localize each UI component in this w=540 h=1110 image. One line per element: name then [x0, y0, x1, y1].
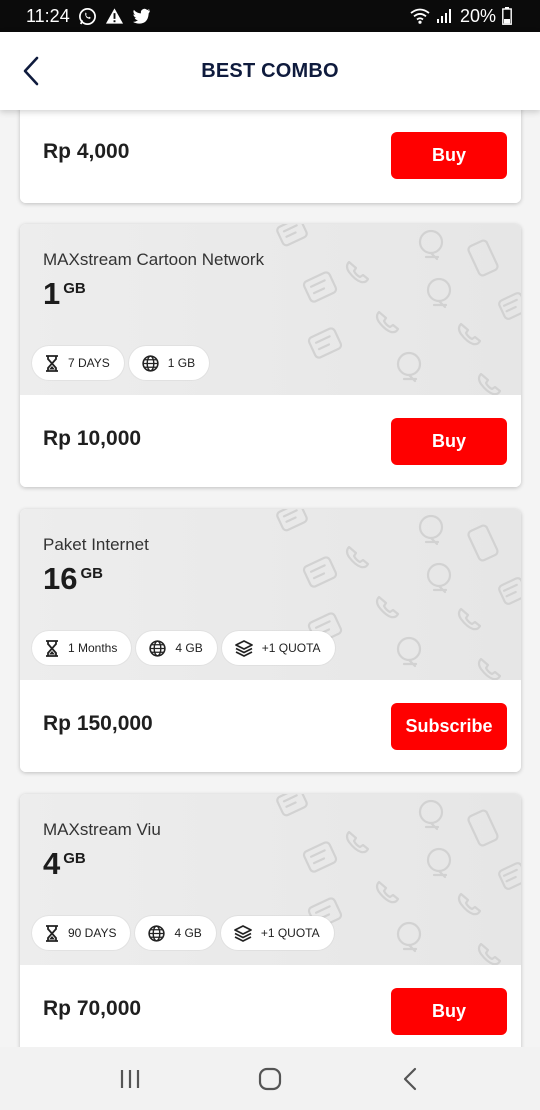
layers-icon	[233, 924, 252, 942]
size-value: 1	[43, 276, 61, 311]
size-unit: GB	[63, 280, 86, 297]
package-card: Paket Internet 16 GB 1 Months 4 GB +1 QU…	[20, 509, 521, 772]
page-title: BEST COMBO	[201, 59, 339, 82]
package-name: MAXstream Viu	[43, 820, 161, 839]
size-value: 4	[43, 846, 61, 881]
nav-back-button[interactable]	[380, 1054, 440, 1104]
battery-icon	[502, 7, 512, 25]
chevron-left-icon	[23, 56, 39, 86]
size-unit: GB	[80, 565, 103, 582]
package-price: Rp 70,000	[43, 997, 142, 1020]
app-header: BEST COMBO	[0, 32, 540, 110]
subscribe-button[interactable]: Subscribe	[391, 703, 507, 750]
twitter-icon	[132, 8, 151, 24]
chip-label: 1 Months	[68, 641, 118, 655]
validity-chip: 90 DAYS	[32, 916, 131, 950]
size-unit: GB	[63, 850, 86, 867]
package-card: MAXstream Viu 4 GB 90 DAYS 4 GB +1 QUOTA	[20, 794, 521, 1047]
package-card: MAXstream Cartoon Network 1 GB 7 DAYS 1 …	[20, 224, 521, 487]
recents-icon	[120, 1069, 140, 1088]
recents-button[interactable]	[100, 1054, 160, 1104]
chip-label: 1 GB	[167, 356, 196, 370]
package-price: Rp 150,000	[43, 712, 153, 735]
hourglass-icon	[46, 639, 58, 657]
validity-chip: 7 DAYS	[32, 346, 124, 380]
buy-button[interactable]: Buy	[391, 988, 507, 1035]
chip-label: 90 DAYS	[68, 926, 117, 940]
package-price: Rp 4,000	[43, 140, 130, 163]
status-time: 11:24	[26, 5, 70, 26]
system-nav-bar	[0, 1047, 540, 1110]
card-header: MAXstream Viu 4 GB 90 DAYS 4 GB +1 QUOTA	[20, 794, 521, 965]
buy-button[interactable]: Buy	[391, 418, 507, 465]
buy-button[interactable]: Buy	[391, 132, 507, 179]
chip-label: 7 DAYS	[68, 356, 110, 370]
package-chips: 90 DAYS 4 GB +1 QUOTA	[32, 916, 334, 950]
package-name: Paket Internet	[43, 535, 149, 554]
card-footer: Rp 70,000 Buy	[20, 965, 521, 1047]
whatsapp-icon	[78, 7, 97, 26]
quota-chip: 1 GB	[128, 346, 210, 380]
package-size: 1 GB	[43, 278, 86, 309]
background-pattern	[276, 224, 521, 395]
card-header: Paket Internet 16 GB 1 Months 4 GB +1 QU…	[20, 509, 521, 680]
card-footer: Rp 150,000 Subscribe	[20, 680, 521, 772]
quota-chip: 4 GB	[135, 916, 216, 950]
extra-quota-chip: +1 QUOTA	[220, 916, 334, 950]
status-bar: 11:24 20%	[0, 0, 540, 32]
hourglass-icon	[46, 924, 58, 942]
package-price: Rp 10,000	[43, 427, 142, 450]
alert-icon	[105, 7, 124, 25]
package-name: MAXstream Cartoon Network	[43, 250, 265, 269]
package-card: Rp 4,000 Buy	[20, 110, 521, 203]
home-button[interactable]	[240, 1054, 300, 1104]
card-footer: Rp 4,000 Buy	[20, 110, 521, 203]
hourglass-icon	[46, 354, 58, 372]
home-icon	[258, 1067, 282, 1090]
package-chips: 1 Months 4 GB +1 QUOTA	[32, 631, 335, 665]
package-list[interactable]: Rp 4,000 Buy MAXstream Cartoon Network 1…	[0, 110, 540, 1047]
package-size: 16 GB	[43, 563, 103, 594]
status-left: 11:24	[26, 6, 151, 27]
chip-label: 4 GB	[175, 641, 203, 655]
chip-label: 4 GB	[174, 926, 202, 940]
signal-icon	[436, 8, 454, 24]
package-chips: 7 DAYS 1 GB	[32, 346, 210, 380]
size-value: 16	[43, 561, 78, 596]
globe-icon	[142, 354, 159, 372]
back-button[interactable]	[16, 54, 46, 88]
battery-text: 20%	[459, 5, 496, 26]
chip-label: +1 QUOTA	[261, 641, 321, 655]
globe-icon	[149, 639, 167, 657]
package-size: 4 GB	[43, 848, 86, 879]
status-right: 20%	[410, 6, 512, 27]
validity-chip: 1 Months	[32, 631, 132, 665]
extra-quota-chip: +1 QUOTA	[221, 631, 335, 665]
layers-icon	[234, 639, 253, 657]
card-footer: Rp 10,000 Buy	[20, 395, 521, 487]
chip-label: +1 QUOTA	[260, 926, 320, 940]
quota-chip: 4 GB	[136, 631, 217, 665]
card-header: MAXstream Cartoon Network 1 GB 7 DAYS 1 …	[20, 224, 521, 395]
globe-icon	[148, 924, 166, 942]
wifi-icon	[410, 8, 430, 24]
back-icon	[403, 1067, 417, 1090]
